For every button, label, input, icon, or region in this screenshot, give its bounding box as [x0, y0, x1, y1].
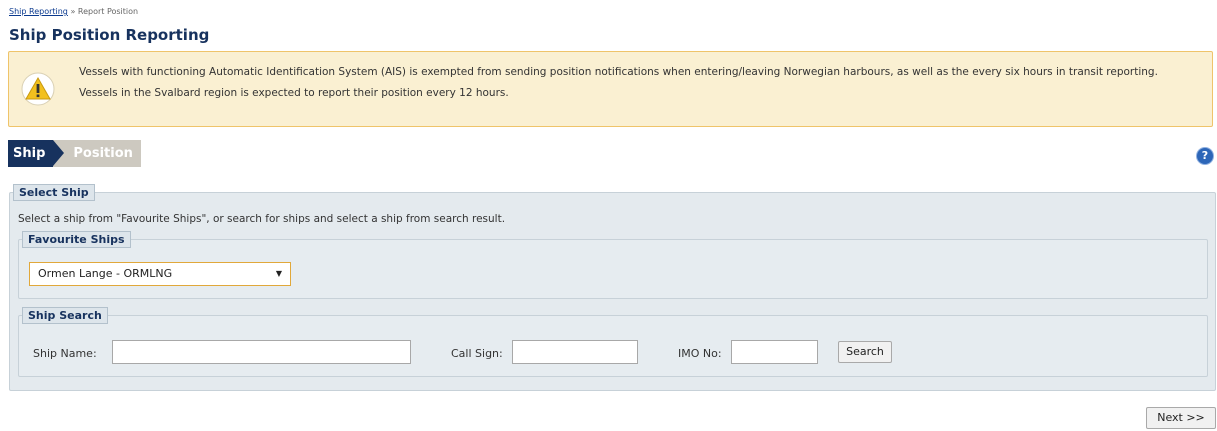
imo-label: IMO No: — [678, 347, 722, 360]
select-ship-description: Select a ship from "Favourite Ships", or… — [18, 213, 506, 225]
warning-icon — [21, 72, 55, 106]
step-position: Position — [53, 140, 141, 167]
favourite-ships-fieldset: Favourite Ships Ormen Lange - ORMLNG ▼ — [18, 231, 1208, 299]
notice-line-ais: Vessels with functioning Automatic Ident… — [79, 66, 1158, 78]
call-sign-label: Call Sign: — [451, 347, 503, 360]
next-button[interactable]: Next >> — [1146, 407, 1216, 429]
notice-box: Vessels with functioning Automatic Ident… — [8, 51, 1213, 127]
page-title: Ship Position Reporting — [9, 26, 210, 44]
chevron-down-icon: ▼ — [275, 269, 282, 278]
ship-name-input[interactable] — [112, 340, 411, 364]
breadcrumb-current: Report Position — [77, 7, 139, 16]
ship-search-fieldset: Ship Search Ship Name: Call Sign: IMO No… — [18, 307, 1208, 377]
wizard-steps: Ship Position — [8, 140, 141, 167]
help-icon[interactable]: ? — [1197, 148, 1213, 164]
favourite-ships-legend: Favourite Ships — [22, 231, 131, 248]
breadcrumb-link-ship-reporting[interactable]: Ship Reporting — [9, 7, 68, 16]
search-button[interactable]: Search — [838, 341, 892, 363]
select-ship-panel: Select Ship Select a ship from "Favourit… — [9, 184, 1216, 391]
notice-line-svalbard: Vessels in the Svalbard region is expect… — [79, 86, 509, 99]
call-sign-input[interactable] — [512, 340, 638, 364]
favourite-ships-select[interactable]: Ormen Lange - ORMLNG ▼ — [29, 262, 291, 286]
favourite-ships-selected: Ormen Lange - ORMLNG — [38, 267, 173, 280]
breadcrumb-separator: » — [70, 7, 76, 16]
breadcrumb: Ship Reporting » Report Position — [9, 7, 138, 16]
ship-name-label: Ship Name: — [33, 347, 97, 360]
ship-search-legend: Ship Search — [22, 307, 108, 324]
imo-input[interactable] — [731, 340, 818, 364]
select-ship-legend: Select Ship — [13, 184, 95, 201]
step-ship: Ship — [8, 140, 65, 167]
